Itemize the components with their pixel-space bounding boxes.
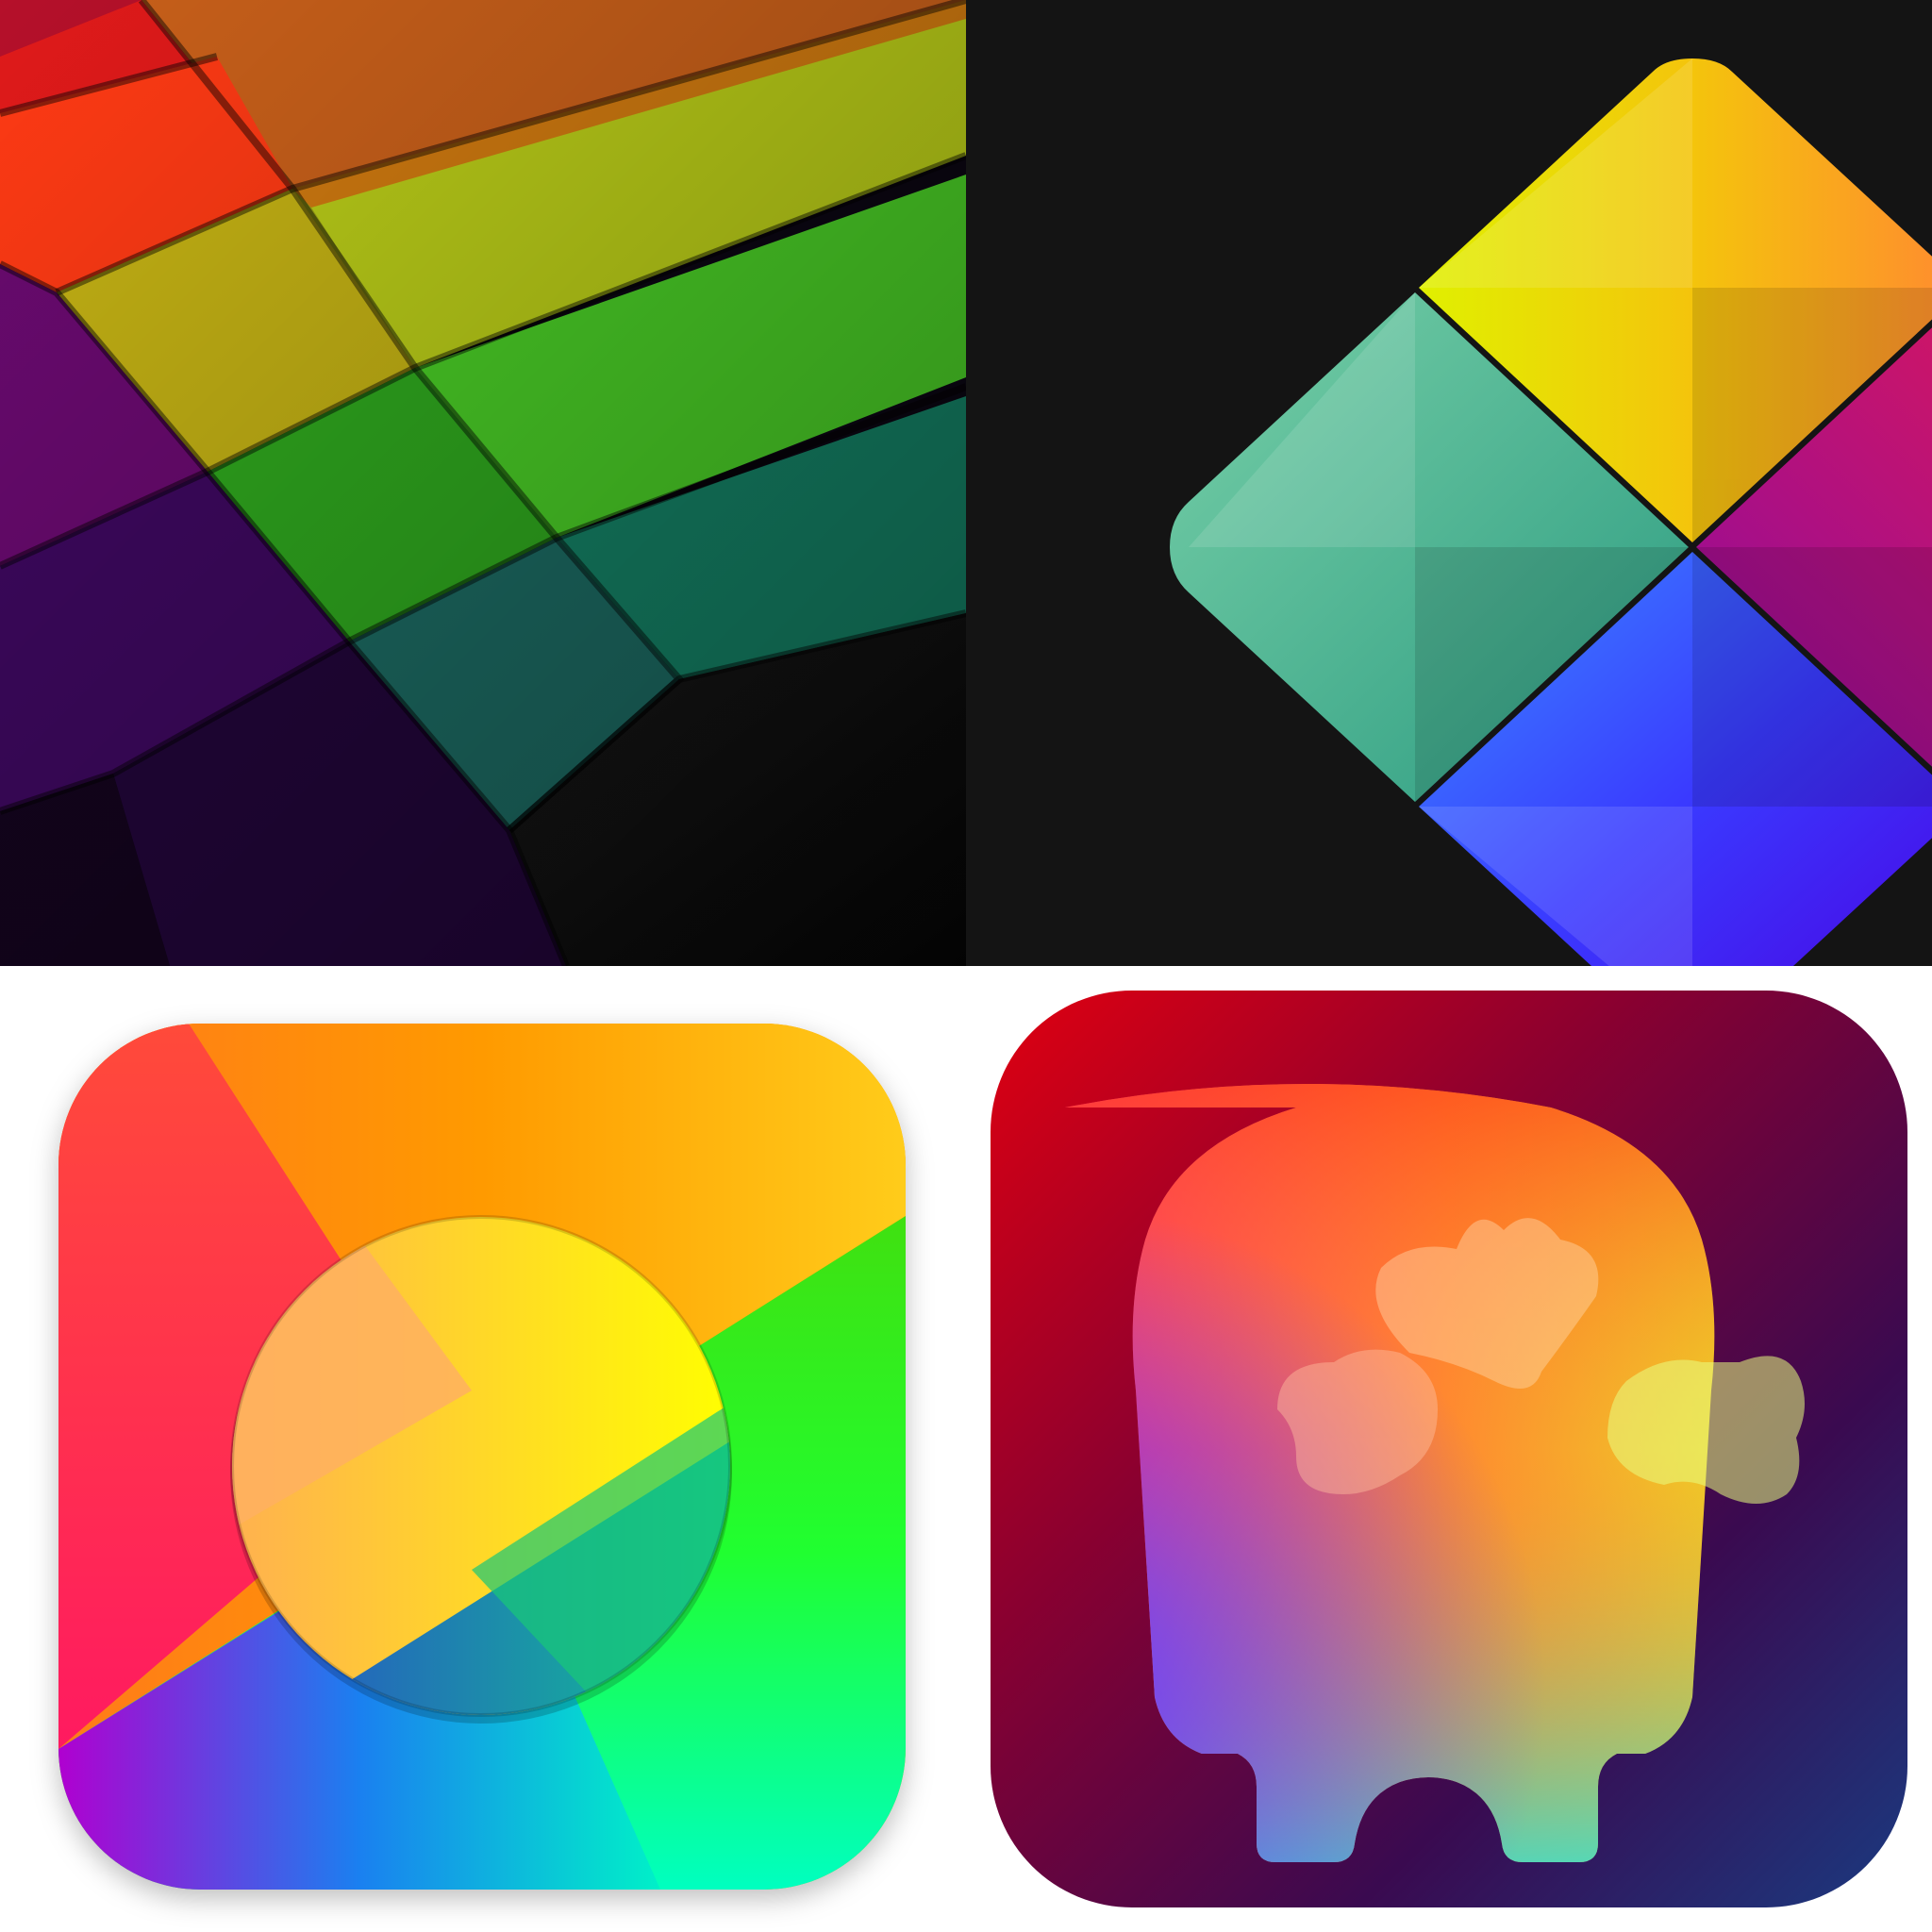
rainbow-tiles-wallpaper — [0, 0, 966, 966]
diamond-icon-panel — [966, 0, 1932, 966]
rainbow-skull-app-icon — [991, 991, 1907, 1907]
four-part-diamond-icon — [966, 0, 1932, 966]
color-wheel-app-icon-panel — [0, 966, 966, 1932]
skull-app-icon-panel — [966, 966, 1932, 1932]
color-wheel-app-icon — [58, 1024, 906, 1890]
rainbow-tiles-graphic — [0, 0, 966, 966]
